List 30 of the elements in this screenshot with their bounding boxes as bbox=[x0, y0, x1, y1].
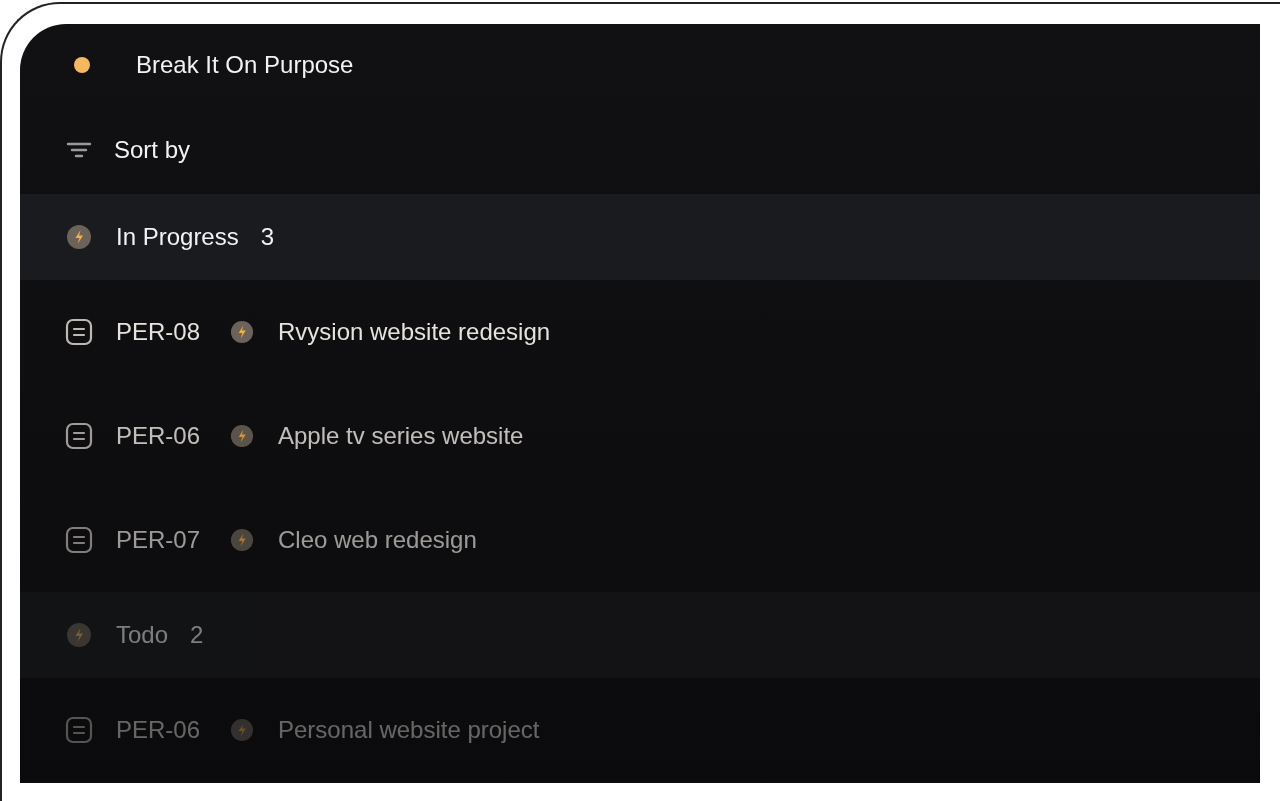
bolt-icon bbox=[230, 718, 254, 742]
issue-id: PER-06 bbox=[116, 422, 202, 450]
filter-icon bbox=[66, 141, 92, 159]
bolt-icon bbox=[66, 224, 92, 250]
issue-row[interactable]: PER-08 Rvysion website redesign bbox=[20, 280, 1260, 384]
bolt-icon bbox=[230, 424, 254, 448]
issue-id: PER-08 bbox=[116, 318, 202, 346]
bolt-icon bbox=[230, 528, 254, 552]
issue-icon bbox=[65, 526, 93, 554]
issue-icon bbox=[65, 422, 93, 450]
issue-title: Personal website project bbox=[278, 716, 540, 744]
group-count: 3 bbox=[260, 223, 275, 251]
group-label: Todo bbox=[116, 621, 169, 649]
issue-id: PER-06 bbox=[116, 716, 202, 744]
sort-button[interactable]: Sort by bbox=[20, 106, 191, 194]
issue-title: Apple tv series website bbox=[278, 422, 524, 450]
issue-icon bbox=[65, 716, 93, 744]
status-group-header[interactable]: In Progress 3 bbox=[20, 194, 1260, 280]
project-title: Break It On Purpose bbox=[136, 51, 354, 79]
issue-icon bbox=[65, 318, 93, 346]
issue-id: PER-07 bbox=[116, 526, 202, 554]
group-label: In Progress bbox=[116, 223, 239, 251]
bolt-icon bbox=[66, 622, 92, 648]
group-count: 2 bbox=[190, 621, 204, 649]
issue-row[interactable]: PER-07 Cleo web redesign bbox=[20, 488, 1260, 592]
issue-row[interactable]: PER-06 Apple tv series website bbox=[20, 384, 1260, 488]
issue-title: Cleo web redesign bbox=[278, 526, 477, 554]
status-group-header[interactable]: Todo 2 bbox=[20, 592, 1260, 678]
bolt-icon bbox=[230, 320, 254, 344]
issue-title: Rvysion website redesign bbox=[278, 318, 551, 346]
